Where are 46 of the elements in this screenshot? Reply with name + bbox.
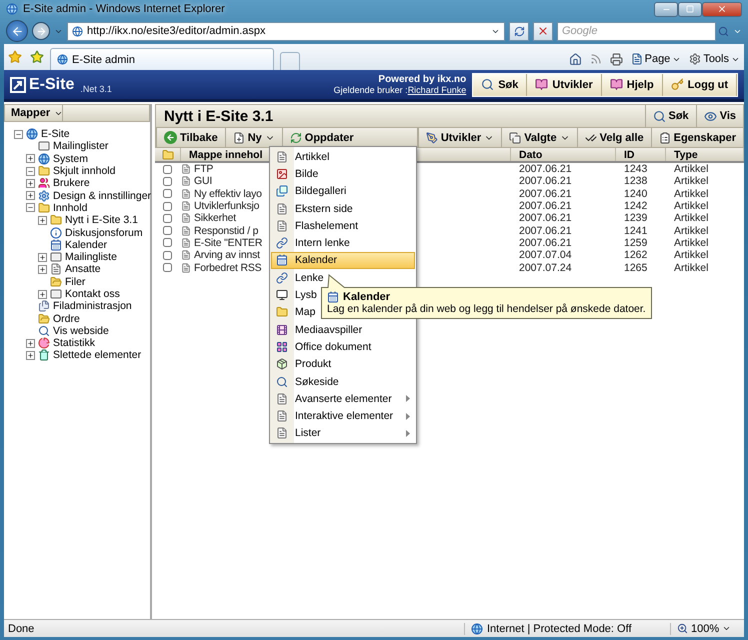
table-cell-text: 2007.06.21 [518, 175, 573, 188]
table-cell: GUI [194, 175, 212, 188]
content-title: Nytt i E-Site 3.1 [163, 108, 274, 124]
table-cell-text: Artikkel [673, 188, 710, 200]
table-cell-text: Artikkel [673, 200, 710, 212]
table-cell: Ny effektiv layo [194, 188, 262, 200]
table-cell-text: 2007.06.21 [518, 224, 573, 237]
table-cell-text: Artikkel [673, 224, 710, 237]
table-cell-text: 1259 [623, 236, 648, 249]
security-zone: Internet | Protected Mode: Off [487, 622, 632, 634]
table-cell-text: 2007.07.04 [518, 249, 573, 262]
table-cell-text: 1240 [623, 188, 648, 200]
table-cell: Responstid / p [194, 224, 258, 237]
table-cell: Arving av innst [194, 249, 260, 262]
table-cell-text: 2007.06.21 [518, 200, 573, 212]
table-cell-text: 1239 [623, 212, 648, 224]
table-cell-text: 2007.06.21 [518, 163, 573, 176]
tooltip-text: Lag en kalender på din web og legg til hendelser på ønskede datoer. [327, 303, 646, 315]
table-cell-text: 1243 [623, 163, 648, 176]
table-cell-text: Artikkel [673, 262, 710, 274]
table-cell-text: 2007.07.24 [518, 262, 573, 274]
table-cell-text: 1238 [623, 175, 648, 188]
table-cell: Forbedret RSS [194, 262, 262, 274]
table-cell-text: 1241 [623, 224, 648, 237]
table-cell-text: 2007.06.21 [518, 188, 573, 200]
table-cell: E-Site "ENTER [194, 236, 262, 249]
table-cell: Sikkerhet [194, 212, 236, 224]
powered-by-text: Powered by ikx.no [378, 74, 466, 85]
status-text: Done [8, 622, 36, 634]
table-cell-text: Artikkel [673, 212, 710, 224]
table-cell: FTP [194, 163, 214, 176]
table-cell-text: 1262 [623, 249, 648, 262]
table-cell-text: 2007.06.21 [518, 236, 573, 249]
window-title: E-Site admin - Windows Internet Explorer [23, 3, 226, 15]
table-cell-text: 1242 [623, 200, 648, 212]
tooltip-title: Kalender [343, 291, 390, 303]
table-cell-text: 2007.06.21 [518, 212, 573, 224]
table-cell-text: Artikkel [673, 163, 710, 176]
table-cell-text: 1265 [623, 262, 648, 274]
table-cell-text: Artikkel [673, 175, 710, 188]
logo: E-Site [10, 76, 74, 94]
version-label: .Net 3.1 [80, 84, 112, 94]
current-user-label: Gjeldende bruker : [334, 85, 408, 95]
table-cell: Utviklerfunksjo [194, 200, 260, 212]
table-cell-text: Artikkel [673, 236, 710, 249]
table-cell-text: Artikkel [673, 249, 710, 262]
